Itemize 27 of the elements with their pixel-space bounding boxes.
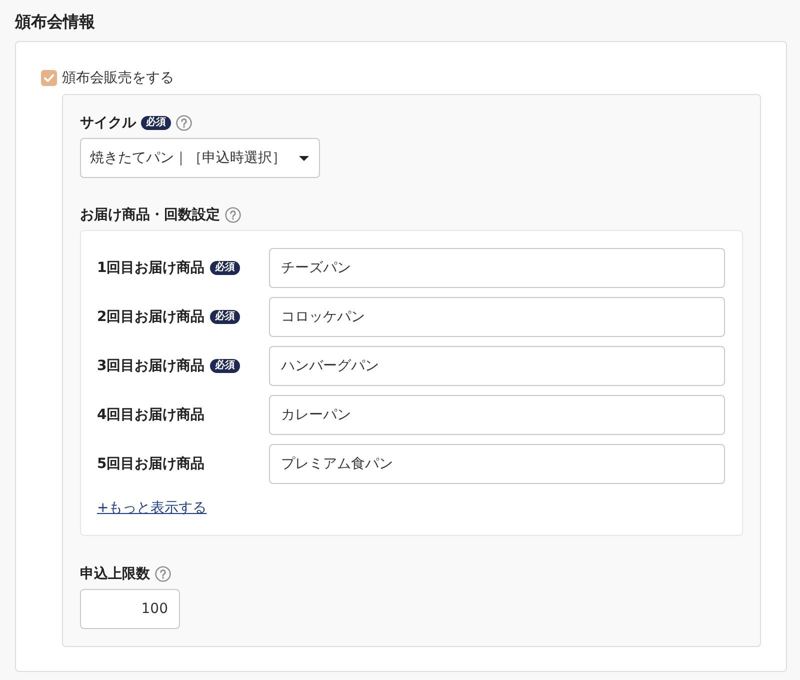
checkbox[interactable] (41, 70, 57, 86)
product-field[interactable]: ハンバーグパン (269, 346, 725, 386)
limit-field[interactable]: 100 (80, 589, 180, 629)
help-icon[interactable] (225, 207, 241, 223)
product-field[interactable]: プレミアム食パン (269, 444, 725, 484)
product-field[interactable]: コロッケパン (269, 297, 725, 337)
help-icon[interactable] (155, 566, 171, 582)
field-label: 5回目お届け商品 (97, 454, 205, 474)
field-label: 2回目お届け商品 (97, 308, 205, 327)
field-label: サイクル (80, 114, 136, 133)
product-field[interactable]: カレーパン (269, 395, 725, 435)
product-field[interactable]: チーズパン (269, 248, 725, 288)
help-icon[interactable] (176, 115, 192, 131)
checkbox-label: 頒布会販売をする (62, 69, 174, 88)
show-more-link[interactable]: +もっと表示する (97, 498, 207, 518)
field-label: 1回目お届け商品 (97, 258, 205, 278)
field-label: 4回目お届け商品 (97, 406, 205, 425)
required-badge: 必須 (141, 116, 171, 130)
required-badge: 必須 (210, 261, 240, 275)
section-title: 頒布会情報 (15, 11, 95, 33)
required-badge: 必須 (210, 310, 240, 324)
dropdown-caret-icon (299, 156, 309, 160)
field-label: 3回目お届け商品 (97, 356, 205, 376)
field-label: お届け商品・回数設定 (80, 206, 220, 225)
cycle-select[interactable]: 焼きたてパン｜［申込時選択］ (80, 138, 320, 178)
required-badge: 必須 (210, 359, 240, 373)
field-label: 申込上限数 (80, 565, 150, 584)
